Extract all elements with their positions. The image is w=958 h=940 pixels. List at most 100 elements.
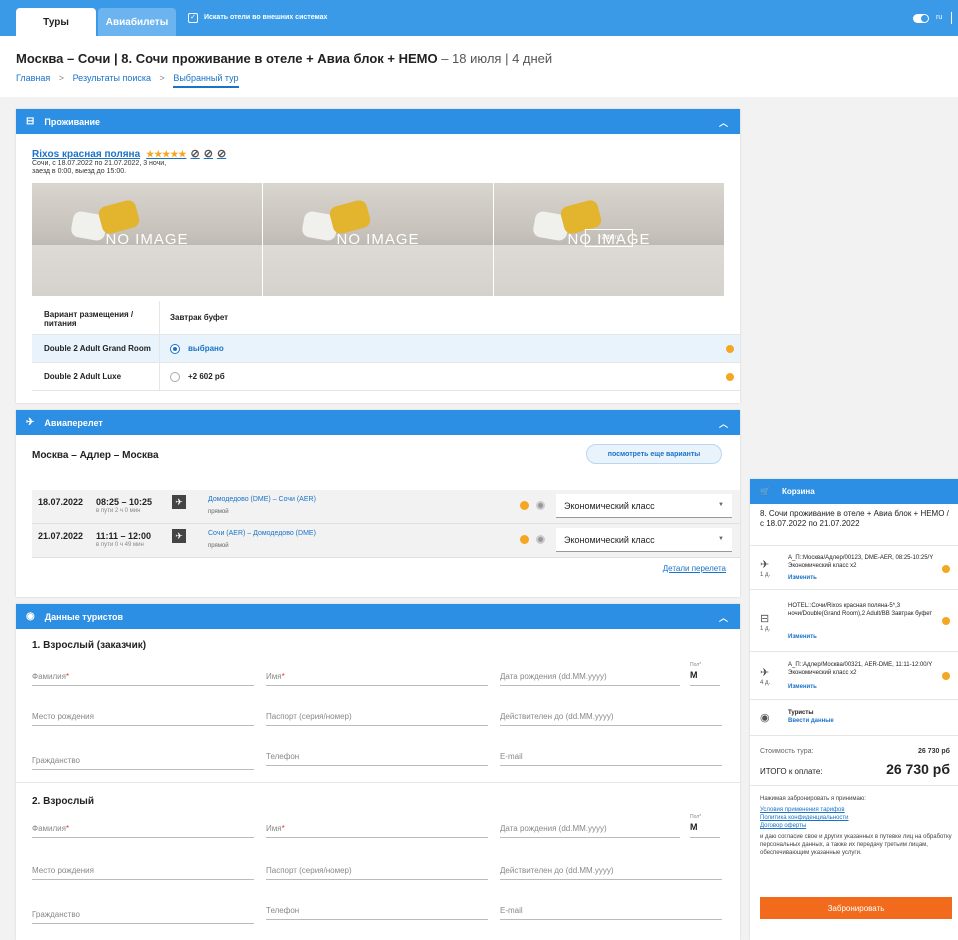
title-sub: – 18 июля | 4 дней (437, 51, 553, 66)
language-switch[interactable]: ru (936, 14, 942, 21)
agreement-block: Нажимая забронировать я принимаю: Услови… (760, 795, 954, 857)
user-icon: ◉ (26, 611, 35, 622)
cart-tour-title: 8. Сочи проживание в отеле + Авиа блок +… (760, 509, 949, 528)
room-radio-selected[interactable] (170, 343, 180, 354)
segment-airports[interactable]: Домодедово (DME) – Сочи (AER) (208, 496, 316, 503)
hotel-photo-more[interactable]: NO IMAGE +2 Фото (494, 183, 724, 296)
breadcrumb-results[interactable]: Результаты поиска (73, 73, 151, 83)
flight-details-link[interactable]: Детали перелета (663, 564, 726, 573)
baggage-icon[interactable] (536, 501, 545, 510)
gender-select[interactable]: Пол* M (690, 814, 720, 838)
firstname-field[interactable]: Имя* (266, 664, 488, 686)
offer-contract-link[interactable]: Договор оферты (760, 822, 954, 830)
cart-item-text: А_П::Адлер/Москва/00321, AER-DME, 11:11-… (788, 662, 933, 676)
info-icon[interactable] (942, 672, 950, 680)
tariff-terms-link[interactable]: Условия применения тарифов (760, 806, 954, 814)
lastname-label: Фамилия (32, 824, 66, 833)
valid-until-field[interactable]: Действителен до (dd.MM.yyyy) (500, 704, 722, 726)
cost-label: Стоимость тура: (760, 748, 814, 755)
table-header-row: Вариант размещения / питания Завтрак буф… (32, 301, 740, 335)
hotel-info-checkin: заезд в 0:00, выезд до 15:00. (32, 168, 127, 175)
theme-toggle[interactable] (913, 14, 929, 23)
breadcrumb-current[interactable]: Выбранный тур (173, 73, 239, 88)
more-photos-button[interactable]: +2 Фото (584, 229, 634, 247)
chevron-up-icon[interactable]: ︿ (719, 417, 728, 430)
privacy-policy-link[interactable]: Политика конфиденциальности (760, 814, 954, 822)
search-external-checkbox[interactable]: ✓ (188, 13, 198, 23)
info-icon[interactable] (726, 373, 734, 381)
hotel-photo[interactable]: NO IMAGE (32, 183, 262, 296)
accommodation-heading: Проживание (44, 116, 101, 127)
accommodation-header[interactable]: ⊟ Проживание ︿ (16, 109, 740, 134)
tourist-title: 1. Взрослый (заказчик) (32, 640, 147, 651)
cart-item-change-link[interactable]: Изменить (788, 634, 817, 640)
lastname-field[interactable]: Фамилия* (32, 664, 254, 686)
email-field[interactable]: E-mail (500, 744, 722, 766)
class-select[interactable]: Экономический класс ▼ (556, 494, 732, 518)
info-icon[interactable] (942, 617, 950, 625)
cart-tourists: ◉ Туристы Ввести данные (750, 699, 958, 735)
citizenship-field[interactable]: Гражданство (32, 902, 254, 924)
book-button[interactable]: Забронировать (760, 897, 952, 919)
cart-item-change-link[interactable]: Изменить (788, 575, 817, 581)
lastname-field[interactable]: Фамилия* (32, 816, 254, 838)
cart-tourists-label: Туристы (788, 710, 814, 716)
search-external-label[interactable]: Искать отели во внешних системах (204, 14, 327, 21)
plane-icon: ✈ (760, 559, 770, 571)
required-mark: * (281, 672, 285, 681)
required-mark: * (65, 672, 70, 681)
room-radio[interactable] (170, 371, 180, 382)
required-mark: * (281, 824, 285, 833)
info-icon[interactable] (520, 535, 529, 544)
birthplace-field[interactable]: Место рождения (32, 858, 254, 880)
plane-icon: ✈ (760, 667, 770, 679)
cart-item-text: А_П::Москва/Адлер/00123, DME-AER, 08:25-… (788, 555, 934, 569)
info-icon[interactable] (520, 501, 529, 510)
email-field[interactable]: E-mail (500, 898, 722, 920)
phone-label: Телефон (266, 906, 300, 915)
birthplace-field[interactable]: Место рождения (32, 704, 254, 726)
info-icon[interactable] (942, 565, 950, 573)
tab-flights[interactable]: Авиабилеты (98, 8, 176, 36)
citizenship-field[interactable]: Гражданство (32, 748, 254, 770)
class-select[interactable]: Экономический класс ▼ (556, 528, 732, 552)
room-row[interactable]: Double 2 Adult Luxe +2 602 рб (32, 363, 740, 391)
birthdate-field[interactable]: Дата рождения (dd.MM.yyyy) (500, 816, 680, 838)
cart-item-days: 1 д. (760, 626, 771, 632)
breadcrumb-home[interactable]: Главная (16, 73, 50, 83)
firstname-label: Имя (266, 672, 282, 681)
email-label: E-mail (500, 752, 523, 761)
birthdate-field[interactable]: Дата рождения (dd.MM.yyyy) (500, 664, 680, 686)
firstname-field[interactable]: Имя* (266, 816, 488, 838)
passport-field[interactable]: Паспорт (серия/номер) (266, 858, 488, 880)
info-icon[interactable] (726, 345, 734, 353)
cart-item-text: HOTEL::Сочи/Rixos красная поляна-5*,3 но… (788, 603, 933, 617)
flight-header[interactable]: ✈ Авиаперелет ︿ (16, 410, 740, 435)
passport-field[interactable]: Паспорт (серия/номер) (266, 704, 488, 726)
valid-until-field[interactable]: Действителен до (dd.MM.yyyy) (500, 858, 722, 880)
gender-select[interactable]: Пол* M (690, 662, 720, 686)
tab-tours[interactable]: Туры (16, 8, 96, 36)
more-variants-button[interactable]: посмотреть еще варианты (586, 444, 722, 464)
agreement-intro: Нажимая забронировать я принимаю: (760, 796, 866, 802)
baggage-icon[interactable] (536, 535, 545, 544)
passport-label: Паспорт (серия/номер) (266, 712, 352, 721)
hotel-name-link[interactable]: Rixos красная поляна (32, 149, 140, 160)
cost-value: 26 730 рб (918, 748, 950, 755)
enter-data-link[interactable]: Ввести данные (788, 718, 834, 724)
phone-field[interactable]: Телефон (266, 898, 488, 920)
breadcrumb: Главная > Результаты поиска > Выбранный … (16, 73, 239, 88)
agreement-text: и даю согласие свое и других указанных в… (760, 834, 952, 856)
chevron-up-icon[interactable]: ︿ (719, 116, 728, 129)
gender-value: M (690, 670, 698, 680)
total-value: 26 730 рб (886, 761, 950, 777)
tourists-header[interactable]: ◉ Данные туристов ︿ (16, 604, 740, 629)
hotel-photo[interactable]: NO IMAGE (263, 183, 493, 296)
segment-airports[interactable]: Сочи (AER) – Домодедово (DME) (208, 530, 316, 537)
email-label: E-mail (500, 906, 523, 915)
phone-field[interactable]: Телефон (266, 744, 488, 766)
chevron-up-icon[interactable]: ︿ (719, 611, 728, 624)
room-row[interactable]: Double 2 Adult Grand Room выбрано (32, 335, 740, 363)
cart-item-change-link[interactable]: Изменить (788, 684, 817, 690)
no-image-label: NO IMAGE (105, 231, 189, 248)
